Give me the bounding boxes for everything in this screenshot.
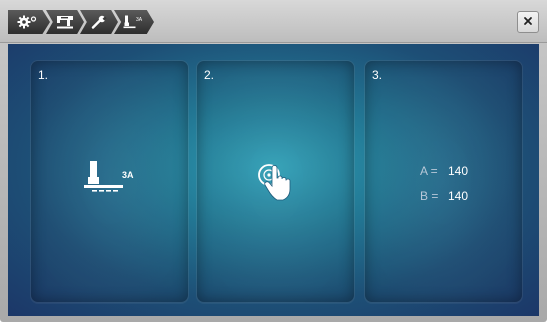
- value-label-a: A =: [420, 164, 438, 178]
- step-panel-3: 3. A = 140 B = 140: [364, 60, 523, 303]
- instructions-area: 1. 3A 2. 3. A = 140 B = 140: [8, 44, 539, 316]
- step-number: 3.: [372, 68, 383, 82]
- sewing-machine-icon: [56, 15, 74, 29]
- presser-foot-icon: [84, 161, 124, 198]
- close-icon: [523, 13, 533, 31]
- value-row-a: A = 140: [420, 164, 468, 178]
- breadcrumb-presser-foot[interactable]: 3A: [114, 10, 154, 34]
- step-panel-2: 2.: [196, 60, 355, 303]
- toolbar: 3A: [0, 0, 547, 43]
- breadcrumb-machine[interactable]: [46, 10, 84, 34]
- breadcrumb-settings[interactable]: [8, 10, 50, 34]
- step-number: 2.: [204, 68, 215, 82]
- value-b: 140: [448, 189, 469, 203]
- wrench-icon: [91, 15, 107, 29]
- presser-foot-icon: 3A: [123, 15, 145, 29]
- svg-text:3A: 3A: [136, 17, 143, 23]
- close-button[interactable]: [517, 11, 539, 33]
- value-a: 140: [448, 164, 469, 178]
- value-label-b: B =: [420, 189, 439, 203]
- breadcrumb: 3A: [8, 10, 154, 34]
- step-number: 1.: [38, 68, 49, 82]
- touch-screen-icon: [251, 159, 299, 212]
- dialog-window: 3A 1. 3A 2. 3. A = 140 B = 140: [0, 0, 547, 322]
- value-row-b: B = 140: [420, 189, 468, 203]
- step-panel-1: 1. 3A: [30, 60, 189, 303]
- settings-gear-icon: [17, 15, 37, 29]
- presser-foot-label: 3A: [122, 170, 134, 180]
- breadcrumb-tools[interactable]: [80, 10, 118, 34]
